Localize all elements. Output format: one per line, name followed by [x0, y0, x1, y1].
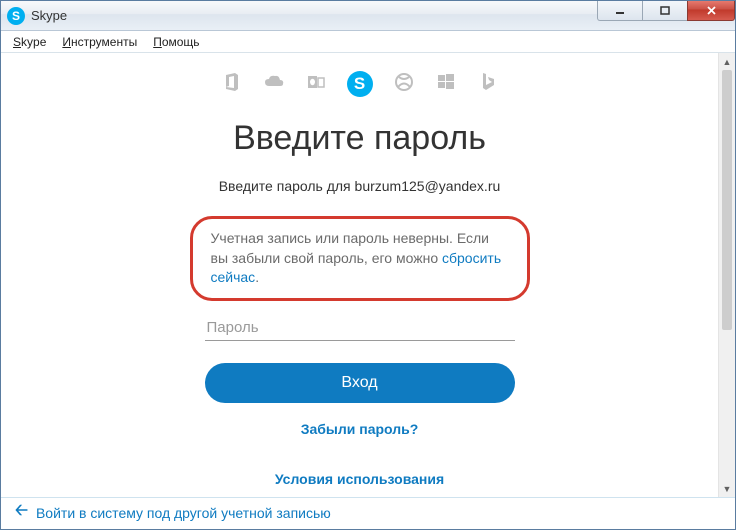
- scroll-up-arrow[interactable]: ▲: [719, 53, 735, 70]
- service-icons-row: S: [1, 71, 718, 97]
- signin-button[interactable]: Вход: [205, 363, 515, 403]
- page-heading: Введите пароль: [1, 119, 718, 158]
- terms-row: Условия использования: [1, 471, 718, 487]
- skype-app-icon: S: [7, 7, 25, 25]
- vertical-scrollbar[interactable]: ▲ ▼: [718, 53, 735, 497]
- menu-help[interactable]: Помощь: [145, 33, 207, 51]
- arrow-left-icon: 🡠: [15, 499, 28, 526]
- menu-tools[interactable]: Инструменты: [54, 33, 145, 51]
- forgot-password-link[interactable]: Забыли пароль?: [301, 421, 419, 437]
- scroll-thumb[interactable]: [722, 70, 732, 330]
- window-controls: [598, 1, 735, 21]
- window-title: Skype: [31, 8, 67, 23]
- window-titlebar: S Skype: [1, 1, 735, 31]
- account-email: burzum125@yandex.ru: [355, 178, 501, 194]
- back-to-other-account-link[interactable]: 🡠 Войти в систему под другой учетной зап…: [15, 499, 331, 526]
- content-area: ▲ ▼ S Введите пароль: [1, 53, 735, 497]
- forgot-password-row: Забыли пароль?: [1, 421, 718, 437]
- password-field-wrap: [205, 315, 515, 341]
- windows-icon: [435, 71, 457, 93]
- minimize-button[interactable]: [597, 1, 643, 21]
- skype-icon: S: [347, 71, 373, 97]
- error-message-box: Учетная запись или пароль неверны. Если …: [190, 216, 530, 301]
- close-button[interactable]: [687, 1, 735, 21]
- page-subtext: Введите пароль для burzum125@yandex.ru: [1, 178, 718, 194]
- onedrive-icon: [263, 71, 285, 93]
- outlook-icon: [305, 71, 327, 93]
- scroll-down-arrow[interactable]: ▼: [719, 480, 735, 497]
- xbox-icon: [393, 71, 415, 93]
- office-icon: [221, 71, 243, 93]
- bing-icon: [477, 71, 499, 93]
- terms-link[interactable]: Условия использования: [275, 471, 444, 487]
- maximize-button[interactable]: [642, 1, 688, 21]
- menu-bar: Skype Инструменты Помощь: [1, 31, 735, 53]
- password-input[interactable]: [205, 315, 515, 341]
- menu-skype[interactable]: Skype: [5, 33, 54, 51]
- bottom-bar: 🡠 Войти в систему под другой учетной зап…: [1, 497, 735, 527]
